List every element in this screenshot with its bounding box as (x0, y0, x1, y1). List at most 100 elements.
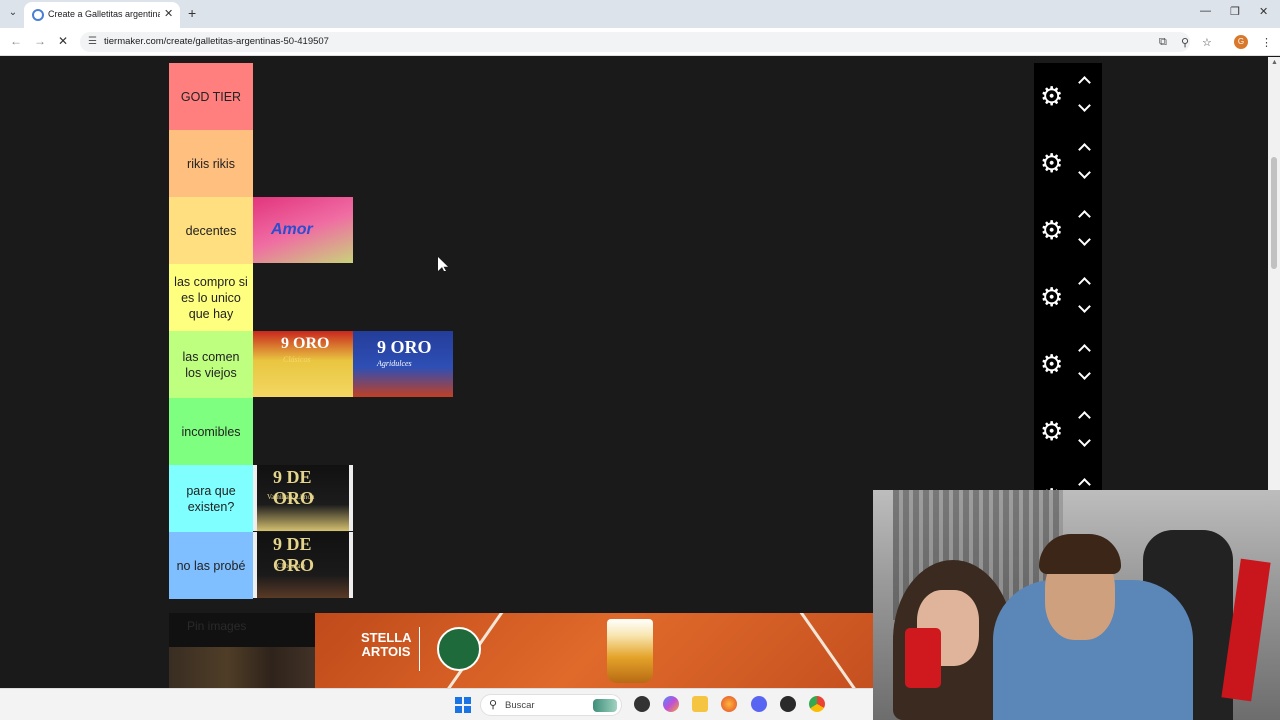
zoom-icon[interactable]: ⚲ (1181, 36, 1189, 49)
move-down-chevron-icon[interactable] (1078, 369, 1090, 381)
cookie-flavor-text: Vainilla y Limón (267, 493, 315, 501)
tab-search-icon[interactable]: ⌄ (6, 6, 20, 20)
obs-icon[interactable] (780, 696, 796, 712)
tier-label[interactable]: rikis rikis (169, 130, 253, 197)
gear-icon[interactable]: ⚙ (1040, 418, 1063, 444)
cookie-item-9-de-oro-clasicos[interactable]: 9 ORO Clásicos (253, 331, 353, 397)
close-tab-icon[interactable]: ✕ (164, 7, 173, 20)
move-down-chevron-icon[interactable] (1078, 302, 1090, 314)
beer-glass-image (607, 619, 653, 683)
search-highlight-image (593, 699, 617, 712)
taskbar-search[interactable]: ⚲ Buscar (480, 694, 622, 716)
tier-label[interactable]: no las probé (169, 532, 253, 599)
gear-icon[interactable]: ⚙ (1040, 284, 1063, 310)
chrome-icon[interactable] (809, 696, 825, 712)
search-icon: ⚲ (489, 699, 498, 711)
restore-icon[interactable]: ❐ (1230, 5, 1240, 18)
webcam-soda-can (905, 628, 941, 688)
cookie-item-9-de-oro-agridulces[interactable]: 9 ORO Agridulces (353, 331, 453, 397)
stop-loading-icon[interactable]: ✕ (58, 34, 68, 48)
ad-divider (419, 627, 420, 671)
tier-drop-zone[interactable] (253, 264, 1034, 331)
gear-icon[interactable]: ⚙ (1040, 150, 1063, 176)
firefox-icon[interactable] (721, 696, 737, 712)
cookie-flavor-text: Agridulces (377, 359, 412, 368)
windows-start-icon[interactable] (455, 697, 471, 713)
move-down-chevron-icon[interactable] (1078, 168, 1090, 180)
copilot-icon[interactable] (663, 696, 679, 712)
move-down-chevron-icon[interactable] (1078, 235, 1090, 247)
tier-row: incomibles ⚙ (169, 398, 1102, 465)
cookie-brand-text: 9 ORO (377, 337, 432, 357)
browser-tab[interactable]: Create a Galletitas argentinas [ ✕ (24, 2, 180, 28)
tiermaker-favicon-icon (32, 9, 44, 21)
unplaced-items-strip[interactable] (169, 647, 315, 688)
tier-label[interactable]: incomibles (169, 398, 253, 465)
new-tab-icon[interactable]: + (188, 5, 196, 21)
move-up-chevron-icon[interactable] (1078, 75, 1090, 87)
scroll-up-icon[interactable]: ▲ (1271, 59, 1278, 66)
cookie-item-amor[interactable]: Amor (253, 197, 353, 263)
back-icon[interactable]: ← (10, 34, 22, 48)
profile-avatar[interactable]: G (1234, 35, 1248, 49)
tier-label[interactable]: para que existen? (169, 465, 253, 532)
tier-label[interactable]: las comen los viejos (169, 331, 253, 398)
windows-taskbar: ⚲ Buscar (0, 688, 873, 720)
move-down-chevron-icon[interactable] (1078, 101, 1090, 113)
translate-icon[interactable]: ⧉ (1159, 36, 1167, 49)
move-up-chevron-icon[interactable] (1078, 276, 1090, 288)
tier-drop-zone[interactable] (253, 398, 1034, 465)
tier-drop-zone[interactable] (253, 63, 1034, 130)
gear-icon[interactable]: ⚙ (1040, 351, 1063, 377)
move-up-chevron-icon[interactable] (1078, 343, 1090, 355)
move-up-chevron-icon[interactable] (1078, 410, 1090, 422)
bookmark-star-icon[interactable]: ☆ (1202, 36, 1212, 49)
move-up-chevron-icon[interactable] (1078, 142, 1090, 154)
pin-images-title: Pin images (187, 619, 247, 633)
roland-garros-logo (437, 627, 481, 671)
tab-strip: ⌄ Create a Galletitas argentinas [ ✕ + —… (0, 0, 1280, 28)
minimize-icon[interactable]: — (1200, 5, 1211, 17)
tier-label[interactable]: GOD TIER (169, 63, 253, 130)
app-g-icon[interactable] (634, 696, 650, 712)
tier-label[interactable]: decentes (169, 197, 253, 264)
tier-controls: ⚙ (1034, 197, 1102, 264)
webcam-hair-right (1039, 534, 1121, 574)
tier-row: GOD TIER ⚙ (169, 63, 1102, 130)
cookie-flavor-text: Chocolate (277, 562, 306, 570)
ad-court-line (795, 613, 873, 688)
advertisement-banner[interactable]: STELLA ARTOIS (315, 613, 873, 688)
site-info-icon[interactable]: ☰ (88, 36, 97, 47)
tier-drop-zone[interactable]: 9 ORO Clásicos 9 ORO Agridulces (253, 331, 1034, 398)
tier-controls: ⚙ (1034, 264, 1102, 331)
tier-row: las comen los viejos 9 ORO Clásicos 9 ORO Ag… (169, 331, 1102, 398)
gear-icon[interactable]: ⚙ (1040, 217, 1063, 243)
cookie-item-9-de-oro-vainilla-limon[interactable]: 9 DE ORO Vainilla y Limón (253, 465, 353, 531)
tier-drop-zone[interactable]: Amor (253, 197, 1034, 264)
menu-kebab-icon[interactable]: ⋮ (1261, 36, 1272, 49)
url-text: tiermaker.com/create/galletitas-argentin… (104, 36, 329, 47)
move-up-chevron-icon[interactable] (1078, 477, 1090, 489)
taskbar-search-label: Buscar (505, 700, 535, 711)
close-window-icon[interactable]: ✕ (1259, 5, 1268, 18)
address-bar: ← → ✕ ☰ tiermaker.com/create/galletitas-… (0, 28, 1280, 56)
tier-row: las compro si es lo unico que hay ⚙ (169, 264, 1102, 331)
pin-images-section: Pin images (169, 613, 315, 688)
tier-label[interactable]: las compro si es lo unico que hay (169, 264, 253, 331)
forward-icon[interactable]: → (34, 34, 46, 48)
cookie-item-9-de-oro-chocolate[interactable]: 9 DE ORO Chocolate (253, 532, 353, 598)
cookie-flavor-text: Clásicos (283, 355, 311, 364)
file-explorer-icon[interactable] (692, 696, 708, 712)
tier-drop-zone[interactable] (253, 130, 1034, 197)
tier-row: rikis rikis ⚙ (169, 130, 1102, 197)
tier-controls: ⚙ (1034, 130, 1102, 197)
url-input[interactable]: ☰ tiermaker.com/create/galletitas-argent… (80, 32, 1190, 52)
move-up-chevron-icon[interactable] (1078, 209, 1090, 221)
gear-icon[interactable]: ⚙ (1040, 83, 1063, 109)
move-down-chevron-icon[interactable] (1078, 436, 1090, 448)
scroll-thumb[interactable] (1271, 157, 1277, 269)
ad-brand-text: STELLA ARTOIS (361, 630, 412, 659)
webcam-overlay (873, 490, 1280, 720)
discord-icon[interactable] (751, 696, 767, 712)
tier-controls: ⚙ (1034, 63, 1102, 130)
